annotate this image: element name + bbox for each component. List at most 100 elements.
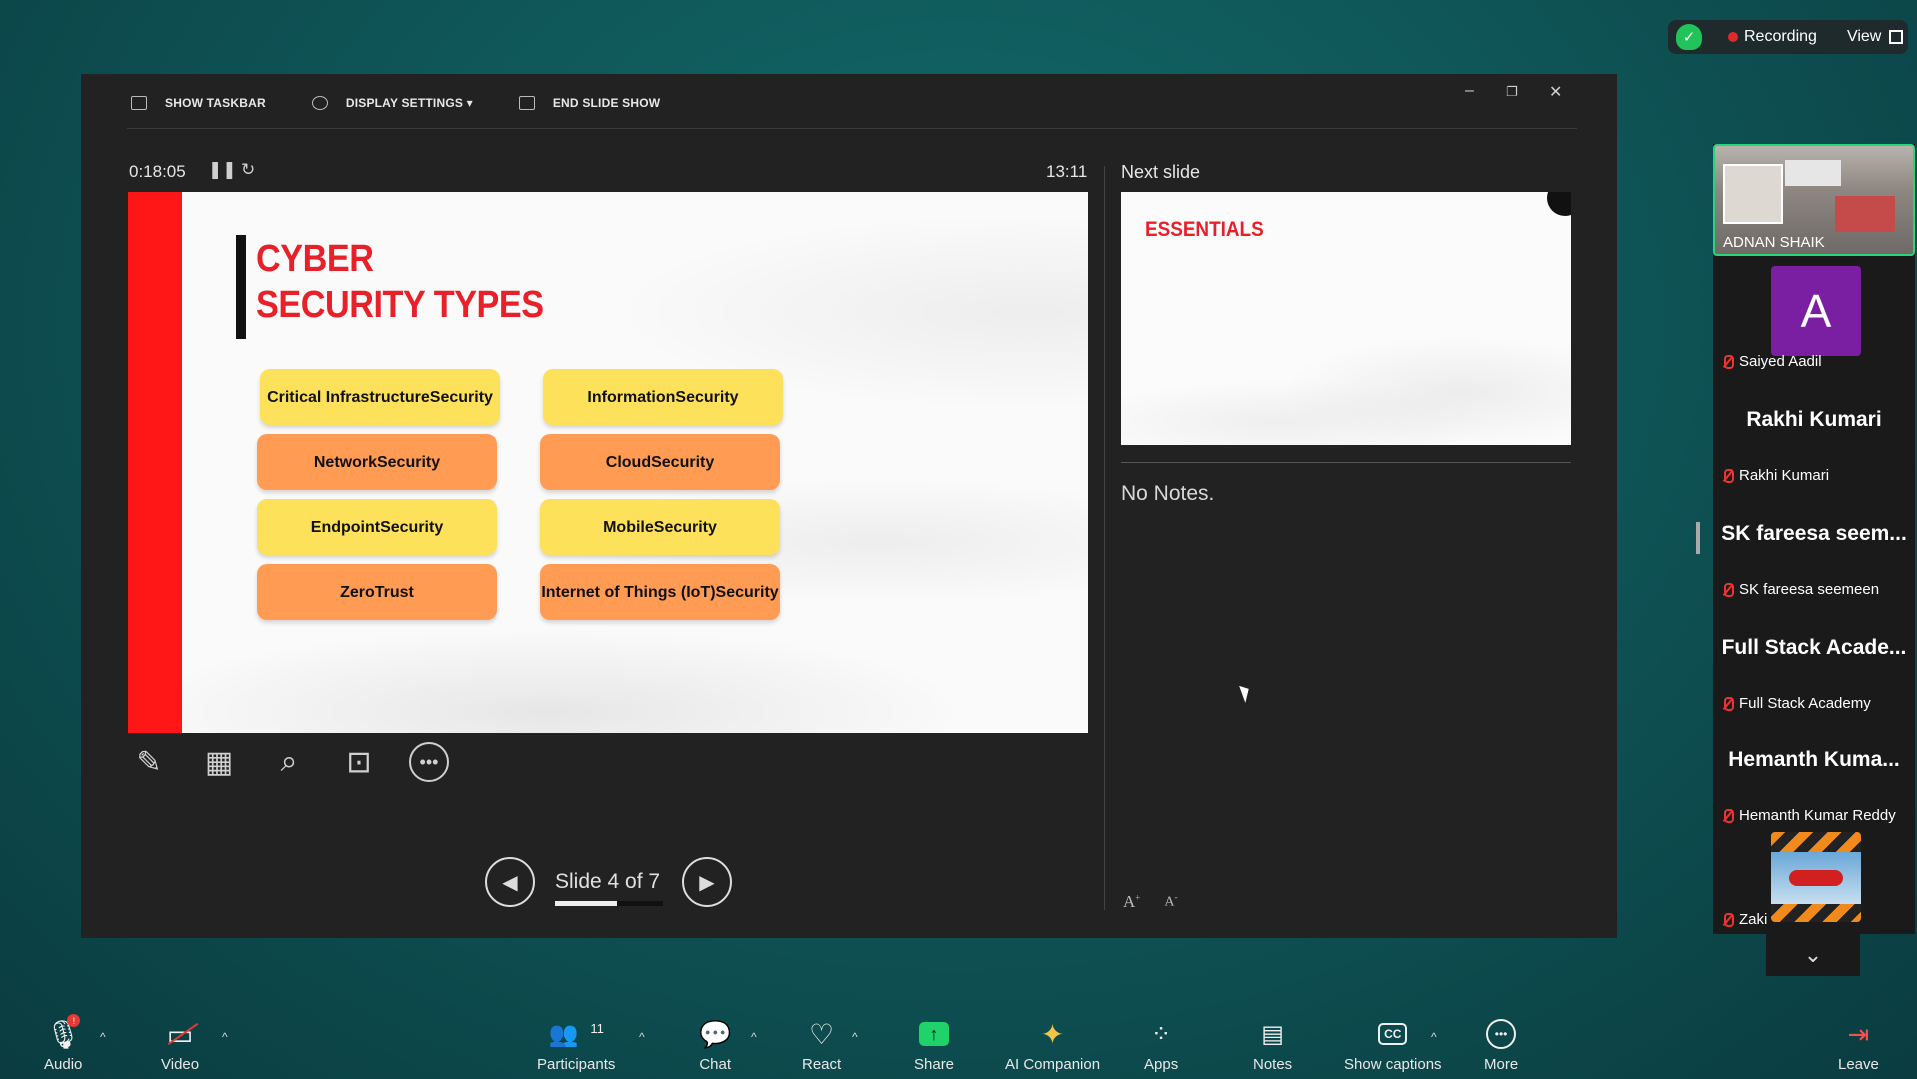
participant-tile[interactable]: Zaki xyxy=(1713,832,1915,932)
next-slide-button[interactable]: ▶ xyxy=(682,857,732,907)
audio-button[interactable]: 🎙! Audio xyxy=(44,1014,83,1073)
microphone-icon: 🎙! xyxy=(45,1014,81,1050)
participant-name: Full Stack Academy xyxy=(1739,695,1871,712)
display-settings-button[interactable]: DISPLAY SETTINGS ▾ xyxy=(311,96,473,110)
participant-label: Saiyed Aadil xyxy=(1721,353,1822,370)
participant-tile[interactable]: ADNAN SHAIK xyxy=(1713,144,1915,256)
ai-companion-button[interactable]: ✦ AI Companion xyxy=(1005,1018,1100,1074)
leave-button[interactable]: ⇥ Leave xyxy=(1838,1018,1879,1074)
pen-icon[interactable]: ✎ xyxy=(129,742,169,782)
slide-chip: Cloud Security xyxy=(540,434,780,490)
participant-label: Full Stack Academy xyxy=(1721,695,1871,712)
slide-title-line1: CYBER xyxy=(256,238,374,280)
close-icon[interactable]: ✕ xyxy=(1549,82,1562,102)
apps-label: Apps xyxy=(1144,1056,1179,1073)
recording-label: Recording xyxy=(1744,28,1817,45)
panel-divider[interactable] xyxy=(1104,166,1105,910)
slide-chip: Critical Infrastructure Security xyxy=(260,369,500,425)
end-slide-show-button[interactable]: END SLIDE SHOW xyxy=(518,96,661,110)
slide-counter: Slide 4 of 7 xyxy=(555,870,661,893)
see-all-slides-icon[interactable]: ▦ xyxy=(199,742,239,782)
participant-name: Hemanth Kumar Reddy xyxy=(1739,807,1896,824)
grid-view-icon xyxy=(1889,30,1904,44)
restart-timer-icon[interactable]: ↻ xyxy=(241,160,255,180)
more-label: More xyxy=(1484,1056,1519,1073)
video-off-icon: ▭ xyxy=(167,1018,199,1050)
restore-icon[interactable]: ❐ xyxy=(1506,84,1518,100)
video-slash xyxy=(167,1022,199,1046)
profile-picture xyxy=(1771,832,1861,922)
participant-tile[interactable]: Rakhi Kumari Rakhi Kumari xyxy=(1713,380,1915,490)
share-icon: ↑ xyxy=(919,1018,950,1050)
slide-chip: Endpoint Security xyxy=(257,499,497,555)
more-button[interactable]: ••• More xyxy=(1484,1018,1518,1073)
participant-label: Hemanth Kumar Reddy xyxy=(1721,807,1896,824)
video-options-caret[interactable]: ^ xyxy=(222,1030,228,1044)
react-options-caret[interactable]: ^ xyxy=(852,1030,858,1044)
notes-button[interactable]: ▤ Notes xyxy=(1253,1018,1292,1074)
participant-tile[interactable]: Full Stack Acade... Full Stack Academy xyxy=(1713,608,1915,718)
participants-button[interactable]: 👥 11 Participants xyxy=(537,1018,616,1074)
recording-bar: ✓ Recording View xyxy=(1668,20,1908,54)
react-button[interactable]: ♡ React xyxy=(802,1018,842,1074)
share-button[interactable]: ↑ Share xyxy=(914,1018,954,1073)
zoom-icon[interactable]: ⌕ xyxy=(269,742,309,782)
gallery-resize-handle[interactable] xyxy=(1696,522,1700,554)
toolbar-divider xyxy=(127,128,1577,129)
participants-icon: 👥 11 xyxy=(548,1020,604,1048)
chat-label: Chat xyxy=(699,1056,732,1073)
slide-progress-bar xyxy=(555,901,663,906)
view-label: View xyxy=(1846,28,1882,45)
mic-muted-icon xyxy=(1721,354,1734,369)
react-label: React xyxy=(802,1056,842,1073)
chat-options-caret[interactable]: ^ xyxy=(751,1030,757,1044)
participant-tile[interactable]: Hemanth Kuma... Hemanth Kumar Reddy xyxy=(1713,720,1915,830)
black-screen-icon[interactable]: ⊡ xyxy=(339,742,379,782)
current-slide: CYBER SECURITY TYPES Critical Infrastruc… xyxy=(128,192,1088,733)
presenter-view-window: – ❐ ✕ SHOW TASKBAR DISPLAY SETTINGS ▾ EN… xyxy=(81,74,1617,938)
previous-slide-button[interactable]: ◀ xyxy=(485,857,535,907)
next-slide-label: Next slide xyxy=(1121,162,1201,182)
apps-button[interactable]: ⁘ Apps xyxy=(1144,1018,1179,1074)
more-options-icon[interactable]: ••• xyxy=(409,742,449,782)
show-taskbar-button[interactable]: SHOW TASKBAR xyxy=(131,96,266,110)
captions-options-caret[interactable]: ^ xyxy=(1431,1030,1437,1044)
participant-name: SK fareesa seemeen xyxy=(1739,581,1880,598)
speaker-notes[interactable]: No Notes. xyxy=(1121,482,1214,506)
participant-label: Rakhi Kumari xyxy=(1721,467,1829,484)
heart-icon: ♡ xyxy=(809,1018,835,1050)
pause-timer-icon[interactable]: ❚❚ xyxy=(208,160,237,180)
show-captions-button[interactable]: CC Show captions xyxy=(1344,1018,1442,1073)
race-car-icon xyxy=(1789,870,1843,886)
video-background-banner xyxy=(1835,196,1895,232)
display-settings-label: DISPLAY SETTINGS ▾ xyxy=(345,96,473,110)
participant-tile[interactable]: SK fareesa seem... SK fareesa seemeen xyxy=(1713,494,1915,604)
slide-chip: Zero Trust xyxy=(257,564,497,620)
audio-options-caret[interactable]: ^ xyxy=(100,1030,106,1044)
participant-tile[interactable]: A Saiyed Aadil xyxy=(1713,266,1915,376)
slide-red-band xyxy=(128,192,182,733)
decrease-font-icon[interactable]: A- xyxy=(1164,892,1177,912)
alert-badge: ! xyxy=(67,1014,81,1027)
slide-progress-fill xyxy=(555,901,617,906)
show-taskbar-label: SHOW TASKBAR xyxy=(165,96,266,110)
participants-label: Participants xyxy=(537,1056,616,1073)
share-label: Share xyxy=(914,1056,955,1073)
video-button[interactable]: ▭ Video xyxy=(161,1018,199,1074)
participants-options-caret[interactable]: ^ xyxy=(639,1030,645,1044)
recording-dot-icon xyxy=(1728,32,1738,42)
slide-tools: ✎ ▦ ⌕ ⊡ ••• xyxy=(129,742,449,782)
view-button[interactable]: View xyxy=(1846,28,1904,46)
security-shield-icon[interactable]: ✓ xyxy=(1676,24,1702,50)
next-slide-preview[interactable]: ESSENTIALS xyxy=(1121,192,1571,445)
participant-display-name: Full Stack Acade... xyxy=(1721,636,1907,659)
increase-font-icon[interactable]: A+ xyxy=(1123,892,1140,912)
video-background-poster xyxy=(1723,164,1783,224)
audio-label: Audio xyxy=(44,1056,83,1073)
chat-button[interactable]: 💬 Chat xyxy=(699,1018,732,1074)
gallery-scroll-down-button[interactable]: ⌄ xyxy=(1766,934,1860,976)
end-slide-show-label: END SLIDE SHOW xyxy=(552,96,661,110)
show-captions-label: Show captions xyxy=(1344,1056,1442,1073)
minimize-icon[interactable]: – xyxy=(1465,82,1474,100)
slide-chip: Mobile Security xyxy=(540,499,780,555)
